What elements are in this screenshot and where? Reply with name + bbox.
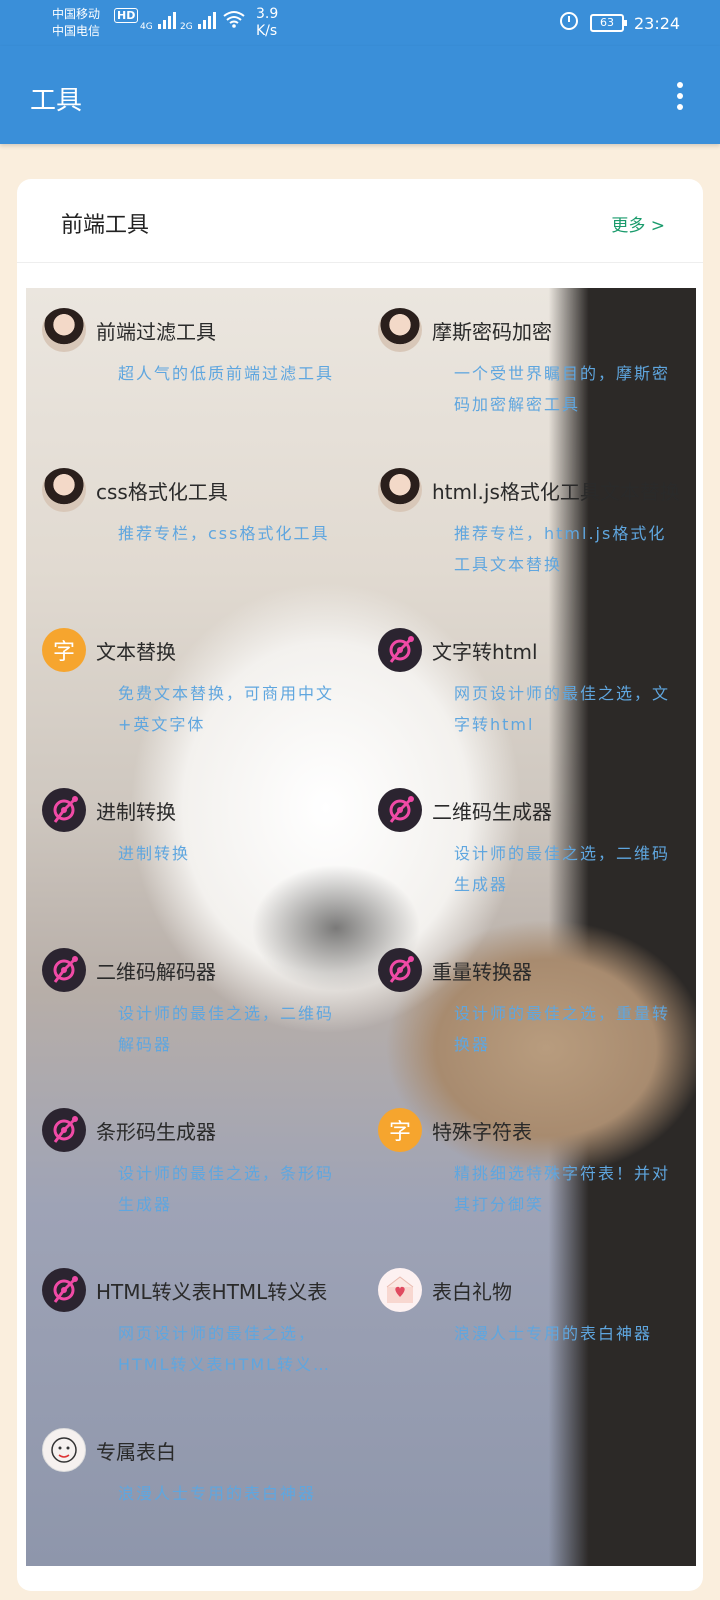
tool-description: 网页设计师的最佳之选，文字转html [454,684,671,734]
status-time: 23:24 [634,14,681,33]
tool-title: 二维码解码器 [96,960,216,984]
avatar-icon [378,308,422,352]
tool-description: 推荐专栏，html.js格式化工具文本替换 [454,524,667,574]
tool-description: 浪漫人士专用的表白神器 [118,1484,317,1503]
target-icon [42,948,86,992]
wifi-icon [223,11,245,28]
target-icon [378,628,422,672]
avatar-icon [42,468,86,512]
target-icon [42,1268,86,1312]
signal-bars-icon [157,9,176,29]
tool-title: css格式化工具 [96,480,228,504]
tool-description: 超人气的低质前端过滤工具 [118,364,335,383]
target-icon [42,1108,86,1152]
char-icon: 字 [42,628,86,672]
tool-item[interactable]: 进制转换 进制转换 [26,768,356,918]
target-icon [378,948,422,992]
card-header: 前端工具 更多 > [17,179,703,263]
alarm-icon [560,12,578,30]
tool-title: 专属表白 [96,1440,176,1464]
tool-item[interactable]: 摩斯密码加密一个受世界瞩目的，摩斯密码加密解密工具 [362,288,692,438]
network-2g-label: 2G [180,22,193,32]
tool-item[interactable]: 字特殊字符表精挑细选特殊字符表！并对其打分御笑 [362,1088,692,1238]
speed-unit: K/s [256,23,278,39]
page-title: 工具 [30,86,83,116]
tool-item[interactable]: 前端过滤工具超人气的低质前端过滤工具 [26,288,356,438]
carrier-1: 中国移动 [52,7,101,21]
tool-item[interactable]: 二维码解码器设计师的最佳之选，二维码解码器 [26,928,356,1078]
tool-title: 文本替换 [96,640,176,664]
tool-title: html.js格式化工具文本替换 [432,480,680,504]
gift-icon [378,1268,422,1312]
avatar-icon [42,308,86,352]
doodle-icon [42,1428,86,1472]
tool-description: 设计师的最佳之选，二维码生成器 [454,844,671,894]
tool-description: 精挑细选特殊字符表！并对其打分御笑 [454,1164,671,1214]
battery-icon: 63 [590,14,627,32]
network-4g-label: 4G [140,22,153,32]
app-bar: 工具 [0,46,720,144]
tool-description: 进制转换 [118,844,191,863]
tool-title: 表白礼物 [432,1280,512,1304]
tool-title: 二维码生成器 [432,800,552,824]
tools-card: 前端工具 更多 > 前端过滤工具 超人气的低质前端过滤工具 摩斯密码加密 一个受世界瞩… [17,179,703,1591]
tool-description: 网页设计师的最佳之选，HTML转义表HTML转义… [118,1324,332,1374]
status-bar: 中国移动 中国电信 HD 4G 2G 3.9 K/s 63 23:24 [0,0,720,46]
tool-grid: 前端过滤工具 超人气的低质前端过滤工具 摩斯密码加密 一个受世界瞩目的，摩斯密码加密解… [26,288,696,1566]
tool-item[interactable]: 字文本替换免费文本替换，可商用中文+英文字体 [26,608,356,758]
target-icon [42,788,86,832]
signal-4g: 4G [140,9,176,32]
char-icon: 字 [378,1108,422,1152]
tool-title: 特殊字符表 [432,1120,532,1144]
tool-title: 文字转html [432,640,538,664]
tool-title: 条形码生成器 [96,1120,216,1144]
tool-item[interactable]: 重量转换器设计师的最佳之选，重量转换器 [362,928,692,1078]
signal-bars-icon [197,9,216,29]
card-title: 前端工具 [61,213,150,238]
carrier-2: 中国电信 [52,24,101,38]
signal-2g: 2G [180,9,216,32]
tool-item[interactable]: HTML转义表HTML转义表网页设计师的最佳之选，HTML转义表HTML转义… [26,1248,356,1398]
tool-description: 设计师的最佳之选，二维码解码器 [118,1004,335,1054]
carrier-labels: 中国移动 中国电信 [52,6,100,40]
tool-title: 前端过滤工具 [96,320,216,344]
avatar-icon [378,468,422,512]
tool-item[interactable]: 文字转html 网页设计师的最佳之选，文字转html [362,608,692,758]
speed-value: 3.9 [256,6,279,22]
tool-item[interactable]: html.js格式化工具文本替换推荐专栏，html.js格式化工具文本替换 [362,448,692,598]
tool-item[interactable]: 二维码生成器设计师的最佳之选，二维码生成器 [362,768,692,918]
hd-badge: HD [114,8,139,23]
tool-description: 免费文本替换，可商用中文+英文字体 [118,684,335,734]
tool-item[interactable]: 表白礼物浪漫人士专用的表白神器 [362,1248,692,1398]
tool-description: 设计师的最佳之选，重量转换器 [454,1004,671,1054]
tool-description: 浪漫人士专用的表白神器 [454,1324,653,1343]
tool-title: 进制转换 [96,800,176,824]
tool-title: HTML转义表HTML转义表 [96,1280,328,1304]
more-menu-icon[interactable] [670,82,690,114]
tool-item[interactable]: css格式化工具推荐专栏，css格式化工具 [26,448,356,598]
tool-title: 重量转换器 [432,960,532,984]
tool-item[interactable]: 条形码生成器设计师的最佳之选，条形码生成器 [26,1088,356,1238]
tool-description: 设计师的最佳之选，条形码生成器 [118,1164,335,1214]
network-speed: 3.9 K/s [256,6,278,40]
tool-description: 一个受世界瞩目的，摩斯密码加密解密工具 [454,364,671,414]
target-icon [378,788,422,832]
more-link[interactable]: 更多 > [611,211,665,236]
tool-description: 推荐专栏，css格式化工具 [118,524,330,543]
tool-item[interactable]: 专属表白浪漫人士专用的表白神器 [26,1408,356,1558]
tool-title: 摩斯密码加密 [432,320,552,344]
